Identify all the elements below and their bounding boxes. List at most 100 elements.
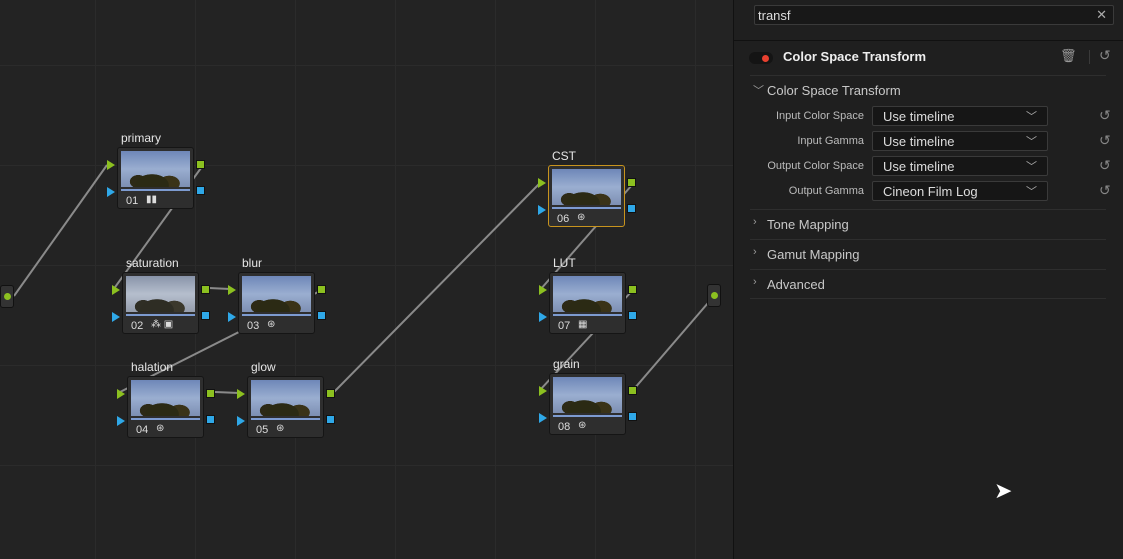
node-number: 05 [256,424,269,436]
node-label: CST [552,149,576,163]
effect-header: Color Space Transform 🗑 ↺ [734,40,1123,76]
param-label: Input Gamma [797,135,864,147]
rgb-output-pin[interactable] [628,386,637,395]
rgb-input-pin[interactable] [538,178,546,188]
param-row: Input Gamma Use timeline ﹀ ↺ [734,131,1123,153]
param-dropdown[interactable]: Use timeline ﹀ [872,106,1048,126]
chevron-down-icon: ﹀ [1026,186,1037,198]
fx-icon: ⊛ [577,212,586,223]
node-blur[interactable]: 03 ⊛ [238,272,315,334]
rgb-input-pin[interactable] [539,285,547,295]
alpha-output-pin[interactable] [627,204,636,213]
alpha-output-pin[interactable] [196,186,205,195]
reset-icon[interactable]: ↺ [1099,157,1111,174]
param-dropdown[interactable]: Use timeline ﹀ [872,156,1048,176]
mouse-cursor-icon: ➤ [994,478,1013,503]
rgb-input-pin[interactable] [539,386,547,396]
chevron-down-icon: ﹀ [1026,161,1037,173]
node-graph[interactable]: primary 01 ▮▮ saturation 02 ⁂ ▣ blur 03 … [0,0,733,559]
trash-icon[interactable]: 🗑 [1060,48,1077,64]
node-bar [121,189,190,191]
node-bar [131,418,200,420]
alpha-input-pin[interactable] [237,416,245,426]
rgb-output-pin[interactable] [627,178,636,187]
rgb-output-pin[interactable] [206,389,215,398]
node-bar [552,207,621,209]
source-input-node[interactable] [0,285,14,308]
section-color-space-transform[interactable]: ﹀ Color Space Transform [750,75,1106,105]
rgb-input-pin[interactable] [237,389,245,399]
alpha-input-pin[interactable] [539,312,547,322]
section-collapsed[interactable]: › Gamut Mapping [750,239,1106,269]
rgb-input-pin[interactable] [112,285,120,295]
inspector-panel: transf ✕ Color Space Transform 🗑 ↺ ﹀ Color… [733,0,1123,559]
node-thumbnail [126,276,195,312]
rgb-output-pin[interactable] [628,285,637,294]
alpha-output-pin[interactable] [317,311,326,320]
alpha-output-pin[interactable] [628,311,637,320]
node-lut[interactable]: 07 ▦ [549,272,626,334]
fx-icon: ⊛ [276,423,285,434]
param-label: Input Color Space [775,110,864,122]
node-glow[interactable]: 05 ⊛ [247,376,324,438]
alpha-output-pin[interactable] [326,415,335,424]
node-thumbnail [553,377,622,413]
node-label: blur [242,256,263,270]
alpha-input-pin[interactable] [539,413,547,423]
alpha-output-pin[interactable] [628,412,637,421]
chevron-down-icon: ﹀ [753,85,764,97]
rgb-input-pin[interactable] [117,389,125,399]
alpha-input-pin[interactable] [117,416,125,426]
reset-icon[interactable]: ↺ [1099,132,1111,149]
node-thumbnail [121,151,190,187]
node-number: 04 [136,424,149,436]
reset-all-icon[interactable]: ↺ [1099,47,1111,64]
node-number: 02 [131,320,144,332]
section-collapsed[interactable]: › Tone Mapping [750,209,1106,239]
alpha-output-pin[interactable] [201,311,210,320]
alpha-input-pin[interactable] [228,312,236,322]
lut-grid-icon: ▦ [578,319,588,330]
rgb-output-pin[interactable] [196,160,205,169]
node-bar [126,314,195,316]
node-bar [553,314,622,316]
wire-glow-cst [333,183,540,393]
node-halation[interactable]: 04 ⊛ [127,376,204,438]
param-row: Output Color Space Use timeline ﹀ ↺ [734,156,1123,178]
alpha-input-pin[interactable] [107,187,115,197]
output-node[interactable] [707,284,721,307]
bars-icon: ▮▮ [146,194,158,205]
rgb-input-pin[interactable] [107,160,115,170]
divider [750,298,1106,306]
node-bar [242,314,311,316]
alpha-output-pin[interactable] [206,415,215,424]
node-cst[interactable]: 06 ⊛ [548,165,625,227]
param-dropdown[interactable]: Use timeline ﹀ [872,131,1048,151]
enable-toggle[interactable] [749,52,773,64]
node-thumbnail [553,276,622,312]
alpha-input-pin[interactable] [538,205,546,215]
node-bar [553,415,622,417]
reset-icon[interactable]: ↺ [1099,107,1111,124]
param-dropdown[interactable]: Cineon Film Log ﹀ [872,181,1048,201]
chevron-right-icon: › [753,246,757,258]
effect-title: Color Space Transform [783,49,927,64]
node-primary[interactable]: 01 ▮▮ [117,147,194,209]
section-collapsed[interactable]: › Advanced [750,269,1106,299]
rgb-output-pin[interactable] [201,285,210,294]
clear-search-icon[interactable]: ✕ [1096,7,1107,23]
node-grain[interactable]: 08 ⊛ [549,373,626,435]
reset-icon[interactable]: ↺ [1099,182,1111,199]
node-bar [251,418,320,420]
alpha-input-pin[interactable] [112,312,120,322]
rgb-output-pin[interactable] [317,285,326,294]
rgb-output-pin[interactable] [326,389,335,398]
search-input[interactable]: transf ✕ [754,5,1114,25]
chevron-right-icon: › [753,276,757,288]
chevron-down-icon: ﹀ [1026,136,1037,148]
node-saturation[interactable]: 02 ⁂ ▣ [122,272,199,334]
rgb-input-pin[interactable] [228,285,236,295]
node-label: primary [121,131,162,145]
node-label: grain [553,357,580,371]
node-label: glow [251,360,276,374]
